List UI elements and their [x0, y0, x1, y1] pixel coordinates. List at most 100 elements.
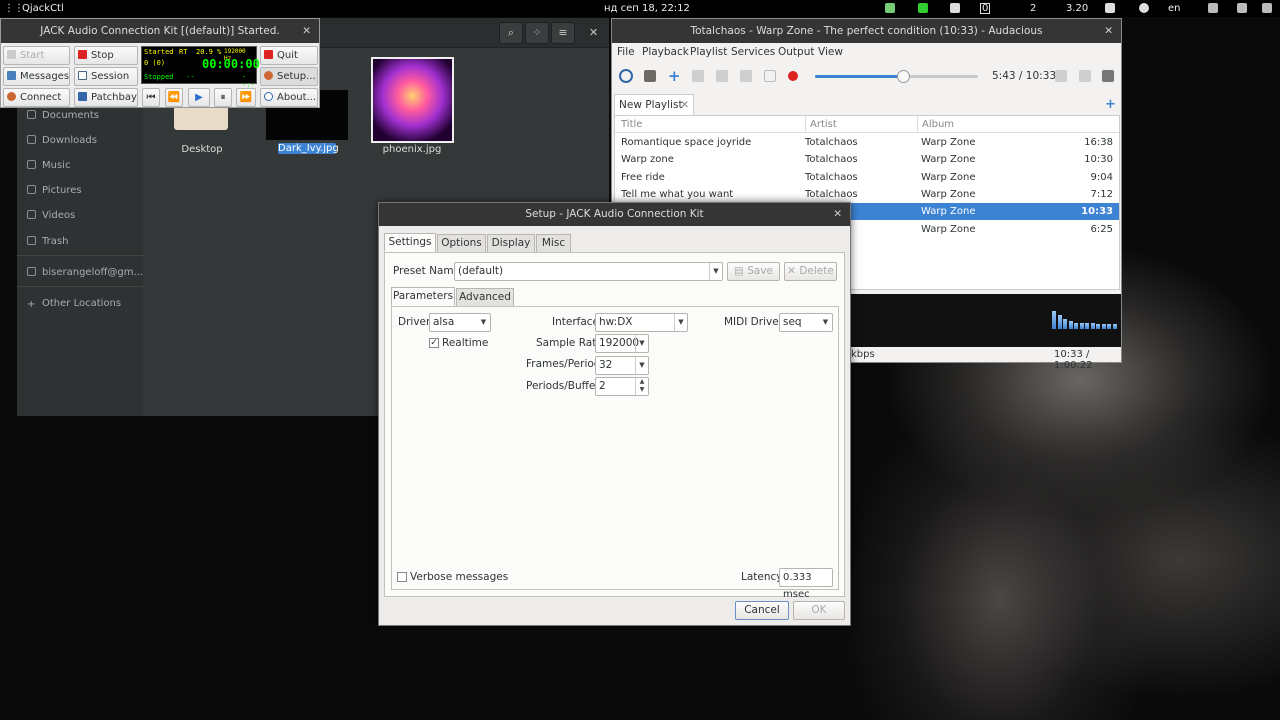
- shuffle-icon[interactable]: [1079, 70, 1091, 82]
- stop-button[interactable]: Stop: [74, 46, 138, 65]
- realtime-checkbox[interactable]: ✓: [429, 338, 439, 348]
- stop-icon[interactable]: [764, 70, 776, 82]
- file-label-dark-ivy[interactable]: Dark_Ivy.jpg: [278, 143, 339, 154]
- menu-playback[interactable]: Playback: [642, 46, 689, 58]
- tab-new-playlist[interactable]: New Playlist ✕: [614, 94, 694, 116]
- visualizer-bar: [1057, 315, 1062, 329]
- volume-icon[interactable]: [1237, 3, 1247, 13]
- tray-app-icon[interactable]: [885, 3, 895, 13]
- menu-services[interactable]: Services: [731, 46, 775, 58]
- about-button[interactable]: About...: [260, 88, 318, 107]
- sample-rate-combo[interactable]: 192000 ▼: [595, 334, 649, 353]
- pause-icon[interactable]: ⏸: [214, 88, 232, 107]
- messages-button[interactable]: Messages: [3, 67, 70, 86]
- seek-handle[interactable]: [897, 70, 911, 83]
- rewind-icon[interactable]: ⏪: [165, 88, 183, 107]
- seek-bar[interactable]: [815, 70, 978, 83]
- midi-driver-combo[interactable]: seq ▼: [779, 313, 833, 332]
- menu-playlist[interactable]: Playlist: [690, 46, 727, 58]
- keyboard-layout[interactable]: en: [1168, 3, 1181, 14]
- sidebar-item-downloads[interactable]: Downloads: [27, 135, 97, 146]
- table-row[interactable]: Tell me what you want Totalchaos Warp Zone…: [615, 186, 1119, 203]
- tab-advanced[interactable]: Advanced: [456, 288, 514, 307]
- play-icon[interactable]: ▶: [188, 88, 210, 107]
- network-icon[interactable]: [1208, 3, 1218, 13]
- record-icon[interactable]: [788, 71, 798, 81]
- image-thumbnail[interactable]: [371, 57, 454, 143]
- close-icon[interactable]: ✕: [589, 26, 598, 39]
- tray-chat-icon[interactable]: [950, 3, 960, 13]
- pause-icon[interactable]: [740, 70, 752, 82]
- sidebar-item-pictures[interactable]: Pictures: [27, 185, 82, 196]
- preset-combo[interactable]: (default) ▼: [454, 262, 723, 281]
- sidebar-item-music[interactable]: Music: [27, 160, 70, 171]
- volume-icon[interactable]: [1102, 70, 1114, 82]
- periods-buffer-spinbox[interactable]: 2 ▲ ▼: [595, 377, 649, 396]
- version-indicator[interactable]: 3.20: [1066, 3, 1088, 14]
- column-album[interactable]: Album: [917, 116, 954, 133]
- tab-misc[interactable]: Misc: [536, 234, 571, 253]
- tray-app-icon[interactable]: [918, 3, 928, 13]
- apps-grid-icon[interactable]: ⋮⋮: [4, 3, 24, 14]
- previous-icon[interactable]: [692, 70, 704, 82]
- sidebar-item-other-locations[interactable]: + Other Locations: [27, 298, 121, 310]
- sidebar-item-videos[interactable]: Videos: [27, 210, 75, 221]
- menu-output[interactable]: Output: [778, 46, 814, 58]
- accessibility-icon[interactable]: [1139, 3, 1149, 13]
- close-tab-icon[interactable]: ✕: [680, 95, 689, 115]
- start-button[interactable]: Start: [3, 46, 70, 65]
- menu-view[interactable]: View: [818, 46, 843, 58]
- spin-arrows-icon[interactable]: ▲ ▼: [635, 378, 648, 395]
- qjackctl-app-menu[interactable]: QjackCtl: [22, 3, 64, 14]
- close-icon[interactable]: ✕: [1104, 19, 1113, 43]
- users-indicator[interactable]: 2: [1030, 3, 1036, 14]
- table-row[interactable]: Free ride Totalchaos Warp Zone 9:04: [615, 169, 1119, 186]
- patchbay-button[interactable]: Patchbay: [74, 88, 138, 107]
- verbose-label: Verbose messages: [410, 571, 509, 583]
- clock[interactable]: нд сеп 18, 22:12: [604, 3, 690, 14]
- interface-combo[interactable]: hw:DX ▼: [595, 313, 688, 332]
- connect-button[interactable]: Connect: [3, 88, 70, 107]
- power-icon[interactable]: [1262, 3, 1272, 13]
- table-row[interactable]: Romantique space joyride Totalchaos Warp Z…: [615, 134, 1119, 151]
- session-button[interactable]: Session: [74, 67, 138, 86]
- tab-options[interactable]: Options: [437, 234, 486, 253]
- tab-display[interactable]: Display: [487, 234, 535, 253]
- sidebar-item-documents[interactable]: Documents: [27, 110, 99, 121]
- view-grid-icon[interactable]: ⁘: [525, 22, 549, 44]
- verbose-checkbox[interactable]: [397, 572, 407, 582]
- ok-button[interactable]: OK: [793, 601, 845, 620]
- column-title[interactable]: Title: [621, 116, 642, 133]
- delete-button[interactable]: ✕ Delete: [784, 262, 837, 281]
- close-icon[interactable]: ✕: [302, 19, 311, 43]
- menu-icon[interactable]: ≡: [551, 22, 575, 44]
- search-icon[interactable]: ⌕: [499, 22, 523, 44]
- memory-indicator[interactable]: 0: [980, 3, 991, 14]
- quit-button[interactable]: Quit: [260, 46, 318, 65]
- fast-forward-icon[interactable]: ⏩: [236, 88, 256, 107]
- close-icon[interactable]: ✕: [833, 203, 842, 226]
- rewind-start-icon[interactable]: ⏮: [142, 88, 160, 107]
- next-icon[interactable]: [716, 70, 728, 82]
- add-icon[interactable]: +: [668, 69, 681, 84]
- cancel-button[interactable]: Cancel: [735, 601, 789, 620]
- column-artist[interactable]: Artist: [805, 116, 837, 133]
- save-button[interactable]: ▤ Save: [727, 262, 780, 281]
- frames-period-combo[interactable]: 32 ▼: [595, 356, 649, 375]
- repeat-icon[interactable]: [1055, 70, 1067, 82]
- clipboard-icon[interactable]: [1105, 3, 1115, 13]
- add-playlist-icon[interactable]: +: [1105, 97, 1116, 112]
- open-folder-icon[interactable]: [644, 70, 656, 82]
- file-label-desktop[interactable]: Desktop: [167, 144, 237, 155]
- table-row[interactable]: Warp zone Totalchaos Warp Zone 10:30: [615, 151, 1119, 168]
- setup-button[interactable]: Setup...: [260, 67, 318, 86]
- tab-parameters[interactable]: Parameters: [391, 287, 455, 306]
- menu-file[interactable]: File: [617, 46, 635, 58]
- driver-combo[interactable]: alsa ▼: [429, 313, 491, 332]
- sidebar-item-trash[interactable]: Trash: [27, 236, 68, 247]
- file-label-phoenix[interactable]: phoenix.jpg: [377, 144, 447, 155]
- cell-length: 16:38: [1084, 137, 1113, 148]
- search-icon[interactable]: [619, 69, 633, 83]
- tab-settings[interactable]: Settings: [384, 233, 436, 252]
- sidebar-item-account[interactable]: biserangeloff@gm...: [27, 267, 143, 278]
